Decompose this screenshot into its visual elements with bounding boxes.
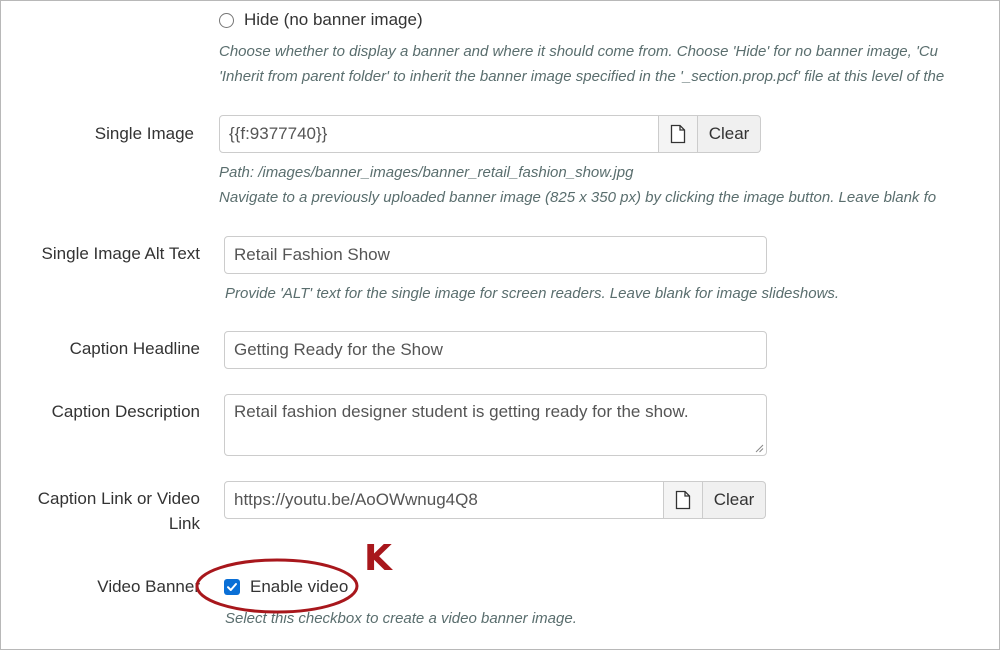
file-icon: [675, 490, 691, 510]
banner-option-help-line1: Choose whether to display a banner and w…: [219, 43, 938, 60]
alt-text-help: Provide 'ALT' text for the single image …: [225, 285, 840, 302]
alt-text-label: Single Image Alt Text: [41, 244, 200, 263]
caption-description-label: Caption Description: [51, 402, 200, 421]
single-image-browse-button[interactable]: [658, 115, 698, 153]
caption-link-clear-button[interactable]: Clear: [703, 481, 766, 519]
form-panel: Hide (no banner image) Choose whether to…: [0, 0, 1000, 650]
caption-link-label-line2: Link: [168, 514, 200, 533]
caption-link-label-line1: Caption Link or Video: [37, 489, 200, 508]
video-banner-label: Video Banner: [97, 577, 200, 596]
caption-headline-label: Caption Headline: [69, 339, 200, 358]
caption-link-browse-button[interactable]: [663, 481, 703, 519]
alt-text-input[interactable]: Retail Fashion Show: [224, 236, 767, 274]
hide-banner-radio-label[interactable]: Hide (no banner image): [244, 7, 423, 32]
single-image-clear-button[interactable]: Clear: [698, 115, 761, 153]
file-icon: [670, 124, 686, 144]
banner-option-help-line2: 'Inherit from parent folder' to inherit …: [219, 68, 945, 85]
single-image-help: Navigate to a previously uploaded banner…: [219, 189, 937, 206]
single-image-path: Path: /images/banner_images/banner_retai…: [219, 164, 634, 181]
caption-description-text: Retail fashion designer student is getti…: [234, 402, 689, 421]
single-image-input[interactable]: {{f:9377740}}: [219, 115, 659, 153]
annotation-ellipse: [195, 558, 359, 614]
resize-grip-icon[interactable]: [754, 443, 764, 453]
hide-banner-radio[interactable]: [219, 13, 234, 28]
caption-headline-input[interactable]: Getting Ready for the Show: [224, 331, 767, 369]
annotation-letter: K: [364, 538, 392, 579]
single-image-label: Single Image: [94, 124, 194, 143]
caption-description-textarea[interactable]: Retail fashion designer student is getti…: [224, 394, 767, 456]
caption-link-input[interactable]: https://youtu.be/AoOWwnug4Q8: [224, 481, 664, 519]
